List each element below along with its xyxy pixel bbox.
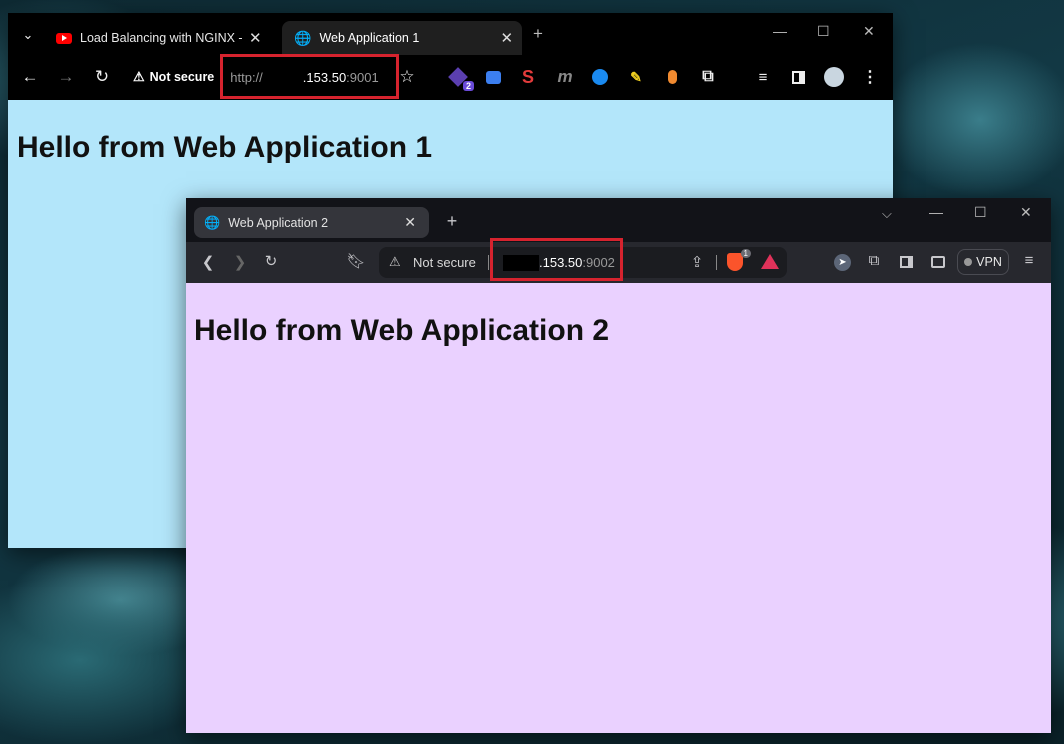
side-panel-icon[interactable]	[788, 67, 808, 87]
tab-title: Load Balancing with NGINX - Yo	[80, 31, 245, 45]
toolbar: ❮ ❯ ↻ 🔖︎ ⚠ Not secure .153.50:9002 ⇪ 1 ➤…	[186, 238, 1051, 283]
extension-icon[interactable]: m	[555, 67, 575, 87]
page-heading: Hello from Web Application 1	[17, 131, 433, 164]
tab-search-chevron-icon[interactable]: ⌵	[882, 206, 892, 222]
tab-title: Web Application 2	[228, 215, 329, 230]
close-tab-icon[interactable]: ✕	[249, 29, 262, 47]
tab-strip: 🌐 Web Application 2 ✕ + ⌵ — ☐ ✕	[186, 198, 1051, 242]
extension-icon[interactable]	[662, 67, 682, 87]
close-tab-icon[interactable]: ✕	[500, 29, 513, 47]
reload-icon[interactable]: ↻	[90, 67, 114, 87]
security-label: Not secure	[149, 70, 215, 84]
warning-icon: ⚠	[133, 69, 145, 84]
wallet-icon[interactable]	[931, 256, 945, 268]
menu-hamburger-icon[interactable]: ≡	[1018, 252, 1040, 269]
back-icon[interactable]: ❮	[197, 253, 219, 271]
extensions-puzzle-icon[interactable]: ⧉	[863, 252, 885, 269]
media-control-icon[interactable]: ≡	[753, 67, 773, 87]
tab-search-chevron-icon[interactable]: ⌄	[16, 25, 40, 45]
bookmark-icon[interactable]: 🔖︎	[345, 252, 367, 270]
reload-icon[interactable]: ↻	[260, 252, 282, 270]
browser-window-2: 🌐 Web Application 2 ✕ + ⌵ — ☐ ✕ ❮ ❯ ↻ 🔖︎…	[186, 198, 1051, 733]
tab-strip: ⌄ Load Balancing with NGINX - Yo ✕ 🌐 Web…	[8, 13, 893, 55]
extension-icon[interactable]	[590, 67, 610, 87]
vpn-label: VPN	[976, 255, 1002, 269]
maximize-icon[interactable]: ☐	[817, 23, 830, 40]
tab-youtube[interactable]: Load Balancing with NGINX - Yo ✕	[48, 21, 276, 55]
globe-icon: 🌐	[204, 214, 221, 230]
new-tab-button[interactable]: +	[441, 211, 463, 232]
url-highlight-box	[220, 54, 399, 99]
close-tab-icon[interactable]: ✕	[404, 214, 416, 231]
close-window-icon[interactable]: ✕	[863, 23, 875, 40]
url-highlight-box	[490, 238, 623, 281]
security-label: Not secure	[413, 255, 476, 270]
divider	[488, 255, 489, 270]
warning-icon: ⚠	[389, 254, 401, 269]
extension-badge: 2	[462, 81, 474, 91]
extension-icon[interactable]: 2	[448, 67, 474, 91]
vpn-status-icon	[964, 258, 973, 266]
brave-shields-icon[interactable]: 1	[727, 249, 751, 271]
minimize-icon[interactable]: —	[773, 23, 787, 39]
divider	[716, 255, 717, 270]
vpn-button[interactable]: VPN	[957, 249, 1009, 275]
forward-icon[interactable]: →	[54, 67, 78, 87]
side-panel-icon[interactable]	[900, 256, 913, 268]
back-icon[interactable]: ←	[18, 67, 42, 87]
shields-badge: 1	[740, 249, 751, 258]
bookmark-star-icon[interactable]: ☆	[395, 67, 419, 87]
forward-icon[interactable]: ❯	[229, 253, 251, 271]
new-tab-button[interactable]: +	[526, 24, 550, 44]
extension-icon[interactable]: S	[518, 67, 538, 87]
share-icon[interactable]: ⇪	[686, 253, 708, 271]
extension-icon[interactable]	[483, 67, 503, 87]
menu-kebab-icon[interactable]: ⋮	[860, 67, 880, 87]
extensions-puzzle-icon[interactable]: ⧉	[698, 67, 718, 87]
toolbar: ← → ↻ ⚠ Not secure http://.153.50:9001 ☆…	[8, 54, 893, 100]
tab-web-app-2[interactable]: 🌐 Web Application 2 ✕	[194, 207, 429, 238]
youtube-icon	[56, 32, 72, 44]
maximize-icon[interactable]: ☐	[974, 204, 987, 221]
page-heading: Hello from Web Application 2	[194, 314, 610, 347]
security-indicator[interactable]: ⚠ Not secure	[133, 69, 214, 85]
extension-icon[interactable]: ✎	[626, 67, 646, 87]
close-window-icon[interactable]: ✕	[1020, 204, 1032, 221]
tab-title: Web Application 1	[319, 31, 420, 45]
brave-rewards-icon[interactable]	[761, 254, 779, 269]
globe-icon: 🌐	[294, 29, 312, 46]
cursor-extension-icon[interactable]: ➤	[834, 254, 851, 271]
minimize-icon[interactable]: —	[929, 204, 943, 220]
avatar[interactable]	[824, 67, 844, 87]
tab-web-app-1[interactable]: 🌐 Web Application 1 ✕	[282, 21, 522, 55]
